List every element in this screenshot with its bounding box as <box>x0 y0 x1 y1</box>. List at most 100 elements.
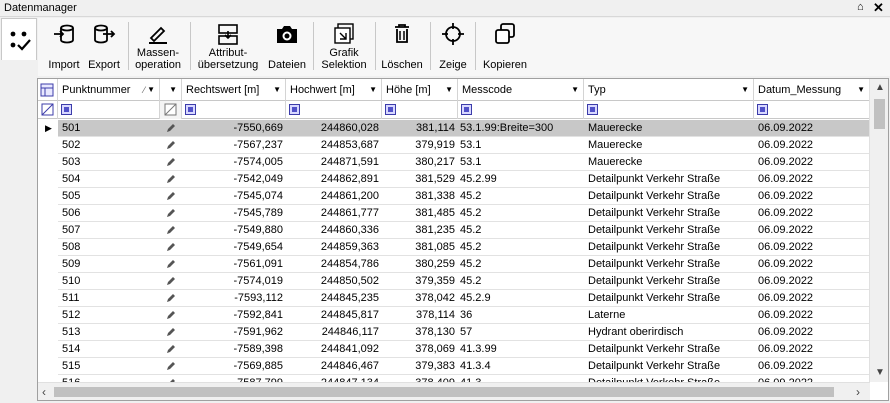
row-indicator[interactable] <box>38 205 58 222</box>
row-indicator[interactable] <box>38 307 58 324</box>
cell-punktnummer[interactable]: 510 <box>58 273 160 290</box>
table-row[interactable]: 505 -7545,074 244861,200 381,338 45.2 Detailp… <box>38 188 870 205</box>
edit-cell[interactable] <box>160 171 182 188</box>
cell-datum[interactable]: 06.09.2022 <box>754 205 870 222</box>
filter-cell-messcode[interactable] <box>458 101 584 119</box>
chevron-down-icon[interactable]: ▼ <box>571 79 579 101</box>
cell-hochwert[interactable]: 244861,777 <box>286 205 382 222</box>
cell-rechtswert[interactable]: -7561,091 <box>182 256 286 273</box>
cell-hoehe[interactable]: 381,529 <box>382 171 458 188</box>
edit-cell[interactable] <box>160 290 182 307</box>
cell-messcode[interactable]: 57 <box>458 324 584 341</box>
cell-datum[interactable]: 06.09.2022 <box>754 273 870 290</box>
column-header-hoehe[interactable]: Höhe [m] ▼ <box>382 79 458 101</box>
cell-messcode[interactable]: 45.2 <box>458 222 584 239</box>
cell-hoehe[interactable]: 378,130 <box>382 324 458 341</box>
cell-hoehe[interactable]: 381,114 <box>382 120 458 137</box>
cell-typ[interactable]: Detailpunkt Verkehr Straße <box>584 239 754 256</box>
table-row[interactable]: 509 -7561,091 244854,786 380,259 45.2 Detailp… <box>38 256 870 273</box>
filter-cell-rechtswert[interactable] <box>182 101 286 119</box>
filter-icon[interactable] <box>185 104 196 115</box>
cell-datum[interactable]: 06.09.2022 <box>754 307 870 324</box>
scroll-left-icon[interactable]: ‹ <box>42 385 46 399</box>
cell-punktnummer[interactable]: 516 <box>58 375 160 382</box>
cell-datum[interactable]: 06.09.2022 <box>754 324 870 341</box>
filter-icon[interactable] <box>757 104 768 115</box>
cell-hoehe[interactable]: 379,383 <box>382 358 458 375</box>
cell-hochwert[interactable]: 244845,817 <box>286 307 382 324</box>
cell-datum[interactable]: 06.09.2022 <box>754 154 870 171</box>
filter-cell-punktnummer[interactable] <box>58 101 160 119</box>
row-indicator[interactable] <box>38 256 58 273</box>
edit-cell[interactable] <box>160 256 182 273</box>
cell-hoehe[interactable]: 380,259 <box>382 256 458 273</box>
cell-rechtswert[interactable]: -7574,019 <box>182 273 286 290</box>
cell-rechtswert[interactable]: -7593,112 <box>182 290 286 307</box>
files-button[interactable]: Dateien <box>266 18 308 74</box>
edit-cell[interactable] <box>160 188 182 205</box>
cell-hoehe[interactable]: 379,919 <box>382 137 458 154</box>
cell-messcode[interactable]: 45.2 <box>458 205 584 222</box>
cell-hoehe[interactable]: 381,235 <box>382 222 458 239</box>
cell-datum[interactable]: 06.09.2022 <box>754 239 870 256</box>
scroll-right-icon[interactable]: › <box>856 385 860 399</box>
show-button[interactable]: Zeige <box>436 18 470 74</box>
table-row[interactable]: ▶ 501 -7550,669 244860,028 381,114 53.1.99:Br… <box>38 120 870 137</box>
chevron-down-icon[interactable]: ▼ <box>741 79 749 101</box>
edit-cell[interactable] <box>160 239 182 256</box>
cell-datum[interactable]: 06.09.2022 <box>754 222 870 239</box>
cell-typ[interactable]: Detailpunkt Verkehr Straße <box>584 205 754 222</box>
filter-icon[interactable] <box>385 104 396 115</box>
cell-punktnummer[interactable]: 504 <box>58 171 160 188</box>
filter-cell-typ[interactable] <box>584 101 754 119</box>
pencil-icon[interactable] <box>165 190 177 202</box>
table-row[interactable]: 510 -7574,019 244850,502 379,359 45.2 Detailp… <box>38 273 870 290</box>
cell-rechtswert[interactable]: -7591,962 <box>182 324 286 341</box>
cell-hochwert[interactable]: 244860,028 <box>286 120 382 137</box>
row-indicator[interactable] <box>38 375 58 382</box>
filter-icon[interactable] <box>461 104 472 115</box>
cell-messcode[interactable]: 41.3.99 <box>458 341 584 358</box>
cell-messcode[interactable]: 36 <box>458 307 584 324</box>
cell-punktnummer[interactable]: 514 <box>58 341 160 358</box>
cell-rechtswert[interactable]: -7569,885 <box>182 358 286 375</box>
row-indicator[interactable] <box>38 358 58 375</box>
cell-hoehe[interactable]: 381,338 <box>382 188 458 205</box>
cell-rechtswert[interactable]: -7567,237 <box>182 137 286 154</box>
cell-typ[interactable]: Detailpunkt Verkehr Straße <box>584 256 754 273</box>
pencil-icon[interactable] <box>165 309 177 321</box>
cell-messcode[interactable]: 53.1 <box>458 137 584 154</box>
cell-hochwert[interactable]: 244854,786 <box>286 256 382 273</box>
table-row[interactable]: 507 -7549,880 244860,336 381,235 45.2 Detailp… <box>38 222 870 239</box>
cell-datum[interactable]: 06.09.2022 <box>754 290 870 307</box>
side-tab[interactable] <box>1 18 37 60</box>
row-indicator[interactable] <box>38 290 58 307</box>
cell-messcode[interactable]: 45.2.9 <box>458 290 584 307</box>
filter-cell-hoehe[interactable] <box>382 101 458 119</box>
cell-hochwert[interactable]: 244847,134 <box>286 375 382 382</box>
cell-typ[interactable]: Laterne <box>584 307 754 324</box>
table-row[interactable]: 503 -7574,005 244871,591 380,217 53.1 Mauerec… <box>38 154 870 171</box>
edit-cell[interactable] <box>160 375 182 382</box>
cell-messcode[interactable]: 53.1.99:Breite=300 <box>458 120 584 137</box>
filter-icon[interactable] <box>289 104 300 115</box>
column-header-hochwert[interactable]: Hochwert [m] ▼ <box>286 79 382 101</box>
row-indicator[interactable] <box>38 137 58 154</box>
cell-punktnummer[interactable]: 508 <box>58 239 160 256</box>
table-row[interactable]: 508 -7549,654 244859,363 381,085 45.2 Detailp… <box>38 239 870 256</box>
table-row[interactable]: 512 -7592,841 244845,817 378,114 36 Laterne 06… <box>38 307 870 324</box>
pencil-icon[interactable] <box>165 292 177 304</box>
cell-hochwert[interactable]: 244850,502 <box>286 273 382 290</box>
cell-datum[interactable]: 06.09.2022 <box>754 171 870 188</box>
close-icon[interactable]: ✕ <box>873 0 884 16</box>
cell-hochwert[interactable]: 244846,467 <box>286 358 382 375</box>
column-header-messcode[interactable]: Messcode ▼ <box>458 79 584 101</box>
cell-typ[interactable]: Mauerecke <box>584 154 754 171</box>
export-button[interactable]: Export <box>87 18 121 74</box>
cell-typ[interactable]: Detailpunkt Verkehr Straße <box>584 341 754 358</box>
cell-typ[interactable]: Detailpunkt Verkehr Straße <box>584 273 754 290</box>
cell-punktnummer[interactable]: 515 <box>58 358 160 375</box>
cell-hochwert[interactable]: 244846,117 <box>286 324 382 341</box>
pencil-icon[interactable] <box>165 207 177 219</box>
pencil-icon[interactable] <box>165 173 177 185</box>
